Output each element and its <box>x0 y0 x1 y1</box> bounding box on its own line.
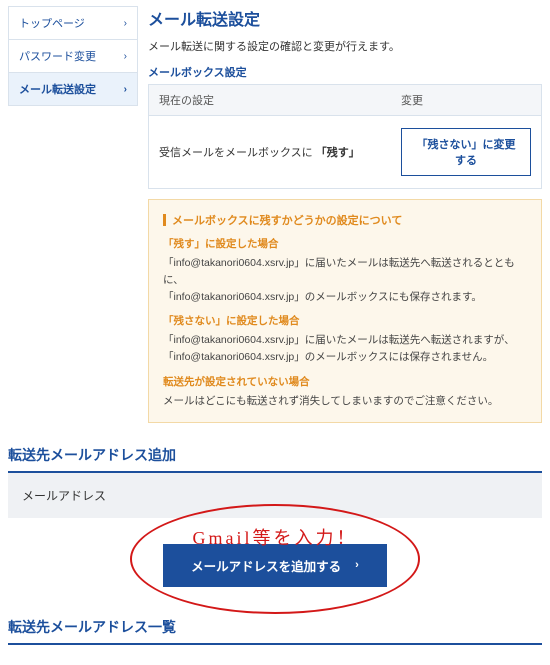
info-text: 「info@takanori0604.xsrv.jp」に届いたメールは転送先へ転… <box>163 255 527 289</box>
sidebar-item-mail-forward[interactable]: メール転送設定 › <box>9 73 137 106</box>
sidebar-item-password[interactable]: パスワード変更 › <box>9 40 137 73</box>
sidebar-item-label: メール転送設定 <box>19 81 96 97</box>
sidebar-item-label: パスワード変更 <box>19 48 96 64</box>
add-address-action-row: Gmail等を入力！ メールアドレスを追加する › <box>8 518 542 595</box>
address-list-heading: 転送先メールアドレス一覧 <box>8 617 542 645</box>
email-field-label: メールアドレス <box>22 487 106 504</box>
info-text: 「info@takanori0604.xsrv.jp」のメールボックスにも保存さ… <box>163 289 527 306</box>
info-title: メールボックスに残すかどうかの設定について <box>163 212 527 228</box>
change-to-not-keep-button[interactable]: 「残さない」に変更する <box>401 128 531 176</box>
chevron-right-icon: › <box>124 84 127 95</box>
chevron-right-icon: › <box>124 51 127 62</box>
current-setting-value: 「残す」 <box>316 147 360 159</box>
info-text: メールはどこにも転送されず消失してしまいますのでご注意ください。 <box>163 393 527 410</box>
sidebar: トップページ › パスワード変更 › メール転送設定 › <box>8 6 138 106</box>
mailbox-section-label: メールボックス設定 <box>148 64 542 80</box>
chevron-right-icon: › <box>124 18 127 29</box>
info-text: 「info@takanori0604.xsrv.jp」のメールボックスには保存さ… <box>163 349 527 366</box>
page-title: メール転送設定 <box>148 6 542 30</box>
info-box: メールボックスに残すかどうかの設定について 「残す」に設定した場合 「info@… <box>148 199 542 423</box>
sidebar-item-top[interactable]: トップページ › <box>9 7 137 40</box>
add-email-button-label: メールアドレスを追加する <box>191 556 341 575</box>
sidebar-item-label: トップページ <box>19 15 85 31</box>
info-sub-nofwd: 転送先が設定されていない場合 <box>163 374 527 389</box>
page-lead: メール転送に関する設定の確認と変更が行えます。 <box>148 38 542 54</box>
table-row: 受信メールをメールボックスに 「残す」 「残さない」に変更する <box>149 116 541 188</box>
info-sub-nokeep: 「残さない」に設定した場合 <box>163 313 527 328</box>
main-content: メール転送設定 メール転送に関する設定の確認と変更が行えます。 メールボックス設… <box>148 6 542 423</box>
table-header: 現在の設定 変更 <box>149 85 541 116</box>
add-address-heading: 転送先メールアドレス追加 <box>8 445 542 473</box>
col-change: 変更 <box>391 85 541 115</box>
info-text: 「info@takanori0604.xsrv.jp」に届いたメールは転送先へ転… <box>163 332 527 349</box>
col-current: 現在の設定 <box>149 85 391 115</box>
add-email-button[interactable]: メールアドレスを追加する › <box>163 544 387 587</box>
current-setting-prefix: 受信メールをメールボックスに <box>159 147 313 159</box>
chevron-right-icon: › <box>355 559 359 571</box>
mailbox-table: 現在の設定 変更 受信メールをメールボックスに 「残す」 「残さない」に変更する <box>148 84 542 189</box>
info-sub-keep: 「残す」に設定した場合 <box>163 236 527 251</box>
add-address-input-row: メールアドレス <box>8 473 542 518</box>
current-setting: 受信メールをメールボックスに 「残す」 <box>149 132 391 172</box>
